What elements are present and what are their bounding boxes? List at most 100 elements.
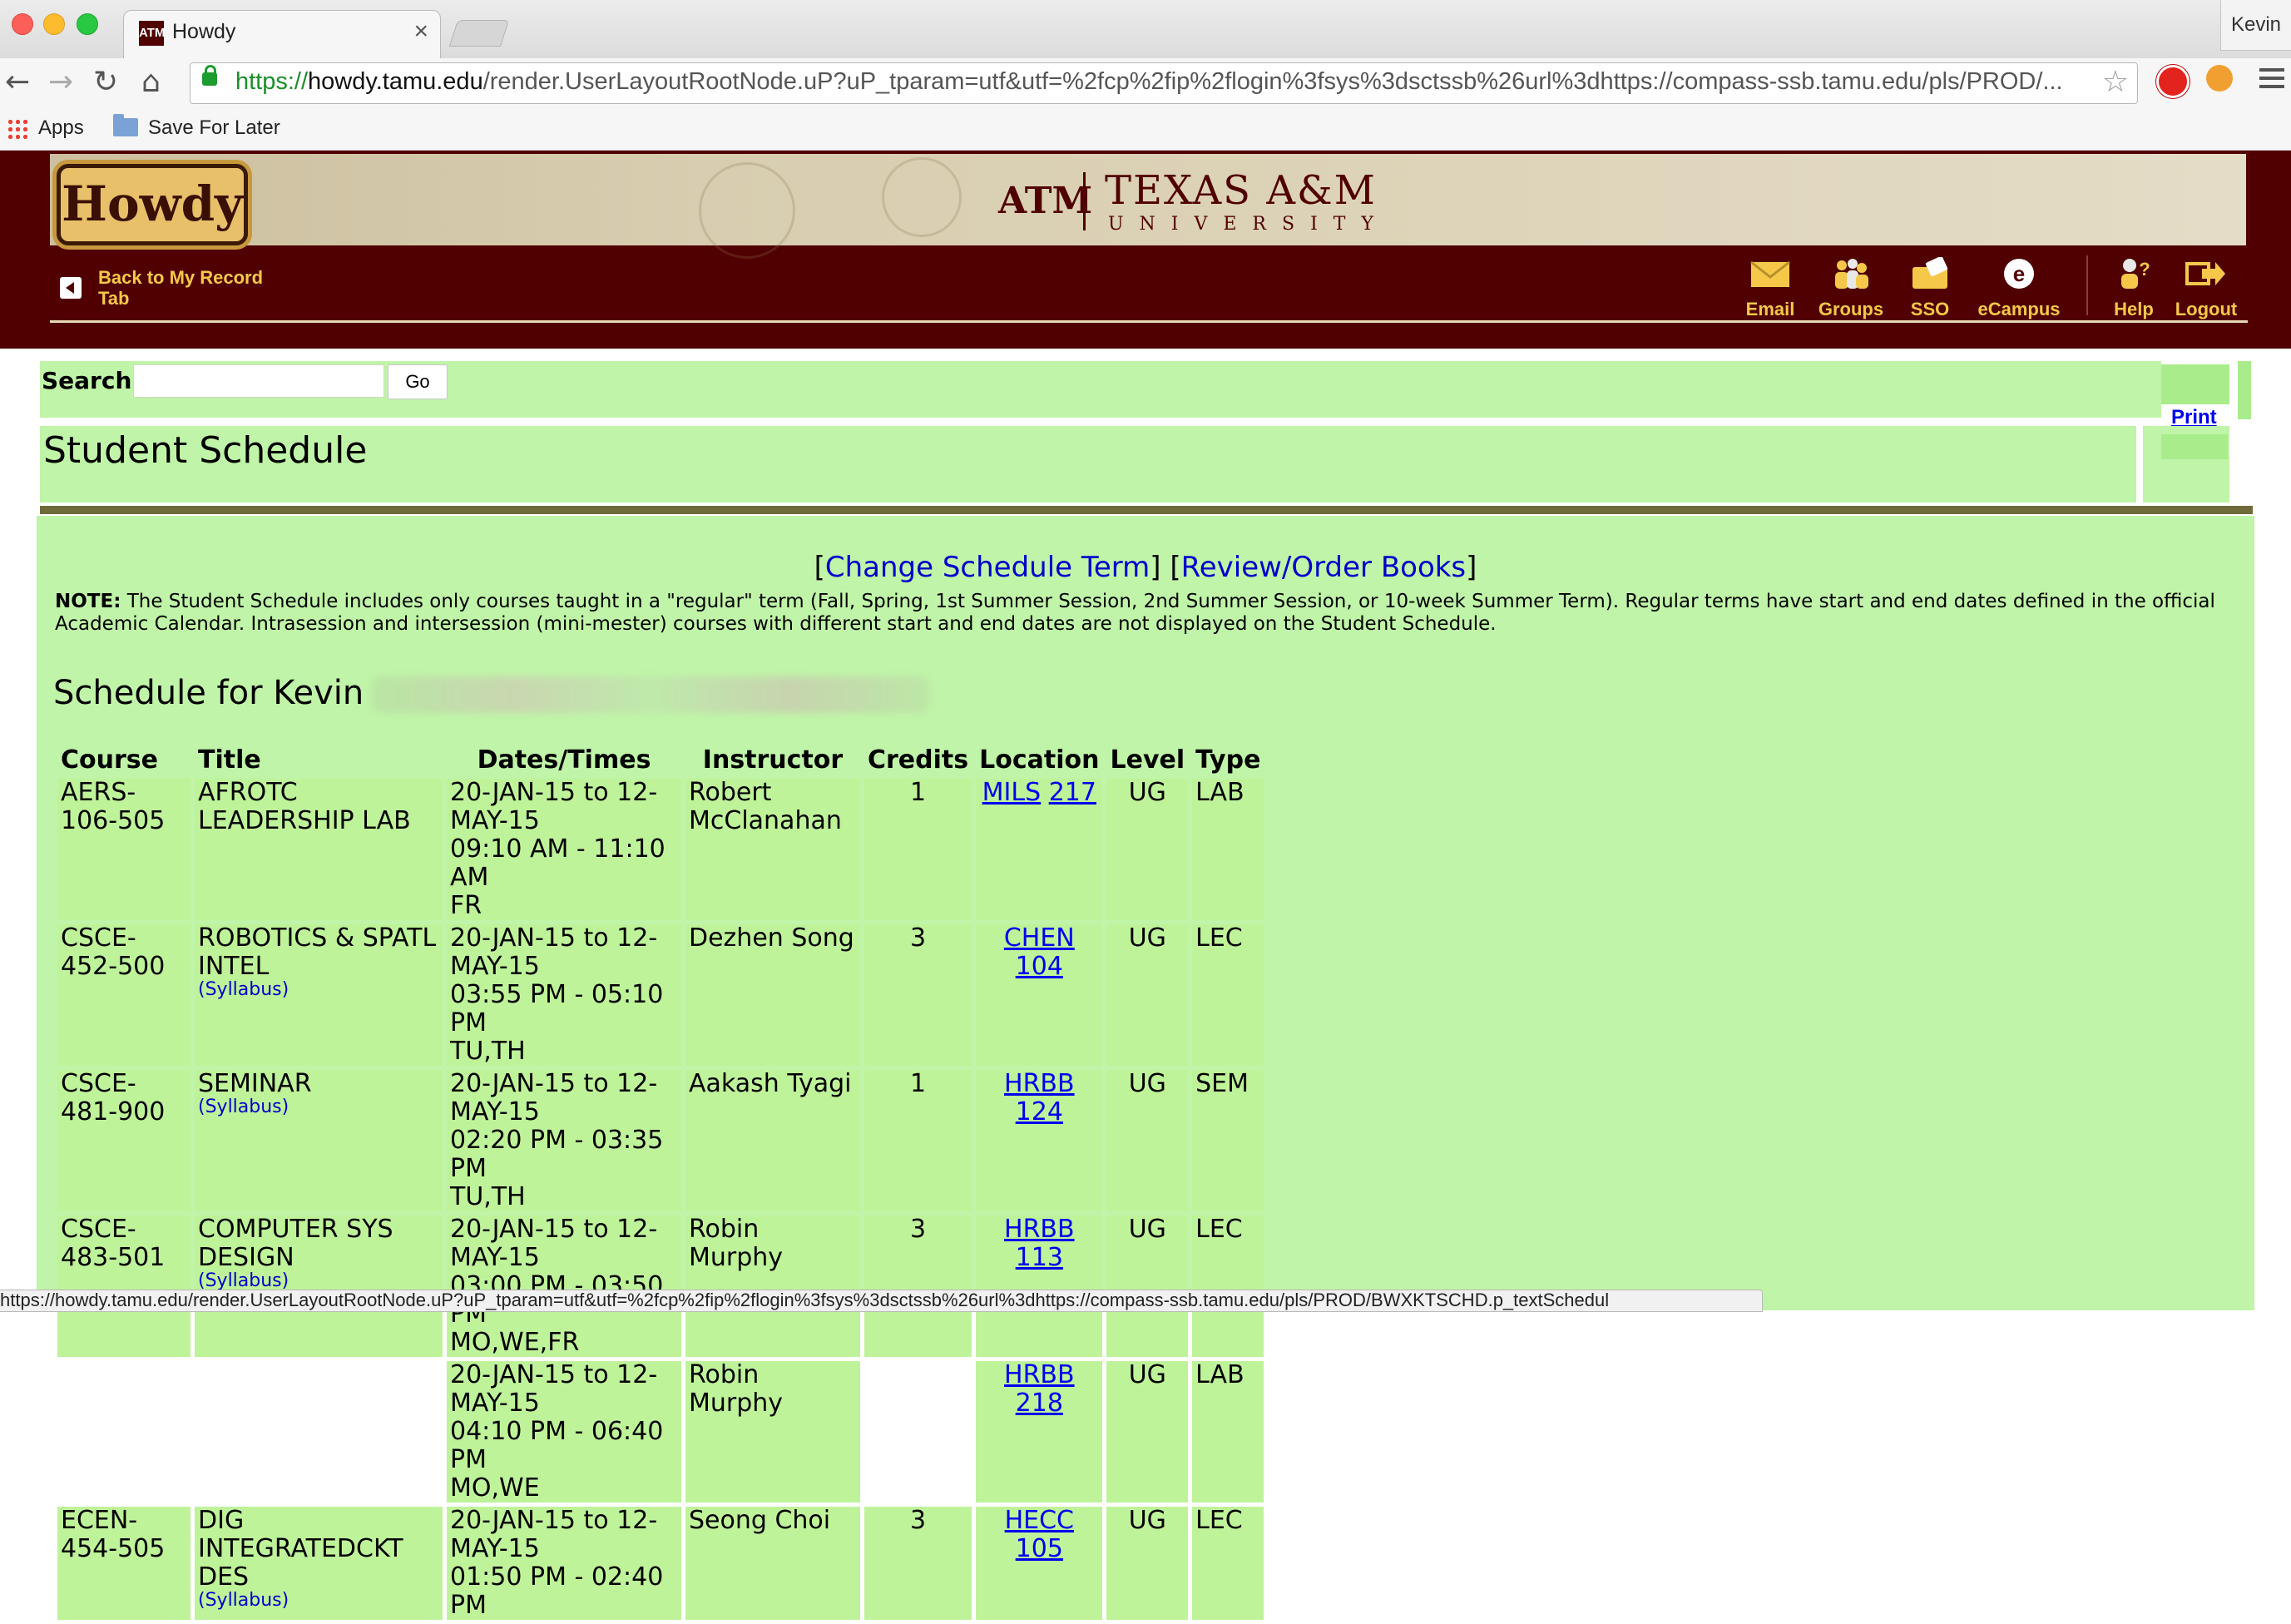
window-minimize-button[interactable] (43, 13, 65, 35)
groups-nav[interactable]: Groups (1814, 257, 1888, 320)
title-cell: DIG INTEGRATEDCKT DES (Syllabus) (195, 1507, 443, 1620)
change-schedule-term-link[interactable]: Change Schedule Term (825, 551, 1150, 584)
bookmark-apps[interactable]: Apps (38, 116, 84, 140)
home-icon[interactable]: ⌂ (141, 65, 161, 99)
window-close-button[interactable] (12, 13, 33, 35)
syllabus-link[interactable]: (Syllabus) (198, 1592, 439, 1610)
level-value: UG (1128, 923, 1166, 953)
room-link[interactable]: 105 (1016, 1534, 1063, 1563)
table-header-row: Course Title Dates/Times Instructor Cred… (57, 746, 1264, 775)
status-bar-url: https://howdy.tamu.edu/render.UserLayout… (0, 1290, 1763, 1312)
room-link[interactable]: 104 (1016, 952, 1063, 981)
level-value: UG (1128, 778, 1166, 807)
side-panel-block (2161, 364, 2229, 404)
instructor-name: Seong Choi (689, 1506, 831, 1535)
level-cell: UG (1106, 1215, 1189, 1357)
schedule-dates: 20-JAN-15 to 12-MAY-15 (450, 1069, 658, 1126)
level-value: UG (1128, 1215, 1166, 1244)
sso-nav[interactable]: SSO (1905, 255, 1955, 320)
url-text: https://howdy.tamu.edu/render.UserLayout… (235, 68, 2063, 96)
ecampus-label: eCampus (1977, 299, 2061, 319)
apps-grid-icon[interactable] (7, 118, 28, 140)
level-value: UG (1128, 1506, 1166, 1535)
column-header: Level (1106, 746, 1189, 775)
schedule-heading-text: Schedule for Kevin (53, 674, 364, 712)
bookmark-star-icon[interactable]: ☆ (2102, 65, 2129, 99)
credits-cell: 3 (864, 1216, 972, 1357)
column-header: Title (195, 746, 443, 775)
building-link[interactable]: MILS (982, 778, 1042, 807)
svg-text:?: ? (2139, 259, 2150, 280)
course-cell: CSCE-452-500 (57, 924, 191, 1066)
room-link[interactable]: 217 (1049, 778, 1096, 807)
instructor-cell: Dezhen Song (685, 924, 860, 1066)
tab-close-icon[interactable]: × (413, 17, 428, 46)
room-link[interactable]: 218 (1016, 1389, 1063, 1418)
type-value: LAB (1195, 778, 1244, 807)
note-label: NOTE: (55, 591, 121, 612)
course-cell: CSCE-483-501 (57, 1216, 191, 1357)
logout-nav[interactable]: Logout (2171, 257, 2241, 320)
building-link[interactable]: HECC (1005, 1506, 1074, 1535)
howdy-header: Howdy ATM TEXAS A&M UNIVERSITY Back to M… (0, 151, 2291, 349)
address-bar[interactable]: https://howdy.tamu.edu/render.UserLayout… (190, 62, 2138, 104)
search-input[interactable] (133, 364, 384, 398)
extension-icon[interactable] (2206, 65, 2233, 92)
ecampus-nav[interactable]: e eCampus (1973, 257, 2065, 320)
review-order-books-link[interactable]: Review/Order Books (1181, 551, 1467, 584)
email-label: Email (1745, 299, 1795, 319)
page-title: Student Schedule (43, 429, 368, 472)
course-cell: AERS-106-505 (57, 779, 191, 920)
level-cell: UG (1106, 1506, 1189, 1620)
room-link[interactable]: 124 (1016, 1097, 1063, 1126)
type-value: LEC (1195, 1506, 1243, 1535)
browser-menu-icon[interactable] (2259, 68, 2284, 93)
help-nav[interactable]: ? Help (2105, 257, 2163, 320)
url-scheme: https:// (235, 68, 309, 95)
envelope-icon (1750, 260, 1790, 287)
instructor-cell: Robin Murphy (685, 1216, 860, 1357)
side-panel-inner (2161, 434, 2228, 459)
go-button[interactable]: Go (388, 364, 448, 399)
location-cell: MILS 217 (976, 778, 1103, 920)
new-tab-button[interactable] (448, 20, 510, 47)
howdy-logo[interactable]: Howdy (57, 164, 248, 245)
level-cell: UG (1106, 778, 1189, 920)
location-cell: HECC 105 (976, 1506, 1103, 1620)
building-link[interactable]: HRBB (1004, 1215, 1075, 1244)
schedule-times: 01:50 PM - 02:40 PM (450, 1562, 664, 1620)
schedule-times: 09:10 AM - 11:10 AM (450, 834, 666, 892)
location-cell: HRBB 218 (976, 1360, 1103, 1503)
room-link[interactable]: 113 (1016, 1243, 1063, 1272)
building-link[interactable]: HRBB (1004, 1069, 1075, 1098)
browser-tab[interactable]: ATM Howdy × (123, 10, 441, 59)
forward-arrow-icon[interactable]: → (48, 65, 73, 99)
profile-button[interactable]: Kevin (2220, 0, 2291, 51)
course-cell (57, 1361, 191, 1503)
building-link[interactable]: CHEN (1004, 923, 1075, 953)
email-nav[interactable]: Email (1739, 257, 1802, 320)
window-maximize-button[interactable] (77, 13, 98, 35)
reload-icon[interactable]: ↻ (93, 65, 118, 99)
building-link[interactable]: HRBB (1004, 1360, 1075, 1389)
bracket: ] (1466, 551, 1477, 584)
adblock-extension-icon[interactable] (2156, 65, 2190, 98)
title-cell: COMPUTER SYS DESIGN (Syllabus) (195, 1216, 443, 1357)
schedule-dates: 20-JAN-15 to 12-MAY-15 (450, 1506, 658, 1563)
back-arrow-icon[interactable]: ← (5, 65, 30, 99)
course-title: AFROTC LEADERSHIP LAB (198, 778, 411, 835)
course-cell: ECEN-454-505 (57, 1507, 191, 1620)
syllabus-link[interactable]: (Syllabus) (198, 1272, 439, 1290)
type-cell: LEC (1192, 1216, 1264, 1357)
syllabus-link[interactable]: (Syllabus) (198, 1098, 439, 1116)
type-cell: LEC (1192, 1507, 1264, 1620)
search-label: Search (42, 367, 132, 394)
bookmark-save-for-later[interactable]: Save For Later (148, 116, 280, 140)
browser-tab-strip: ATM Howdy × Kevin (0, 0, 2291, 59)
seal-watermark-icon (882, 157, 962, 237)
syllabus-link[interactable]: (Syllabus) (198, 981, 439, 999)
search-bar: Search Go (40, 361, 2161, 418)
column-header: Type (1192, 746, 1264, 775)
title-cell: SEMINAR (Syllabus) (195, 1070, 443, 1211)
schedule-heading: Schedule for Kevin (53, 674, 930, 713)
